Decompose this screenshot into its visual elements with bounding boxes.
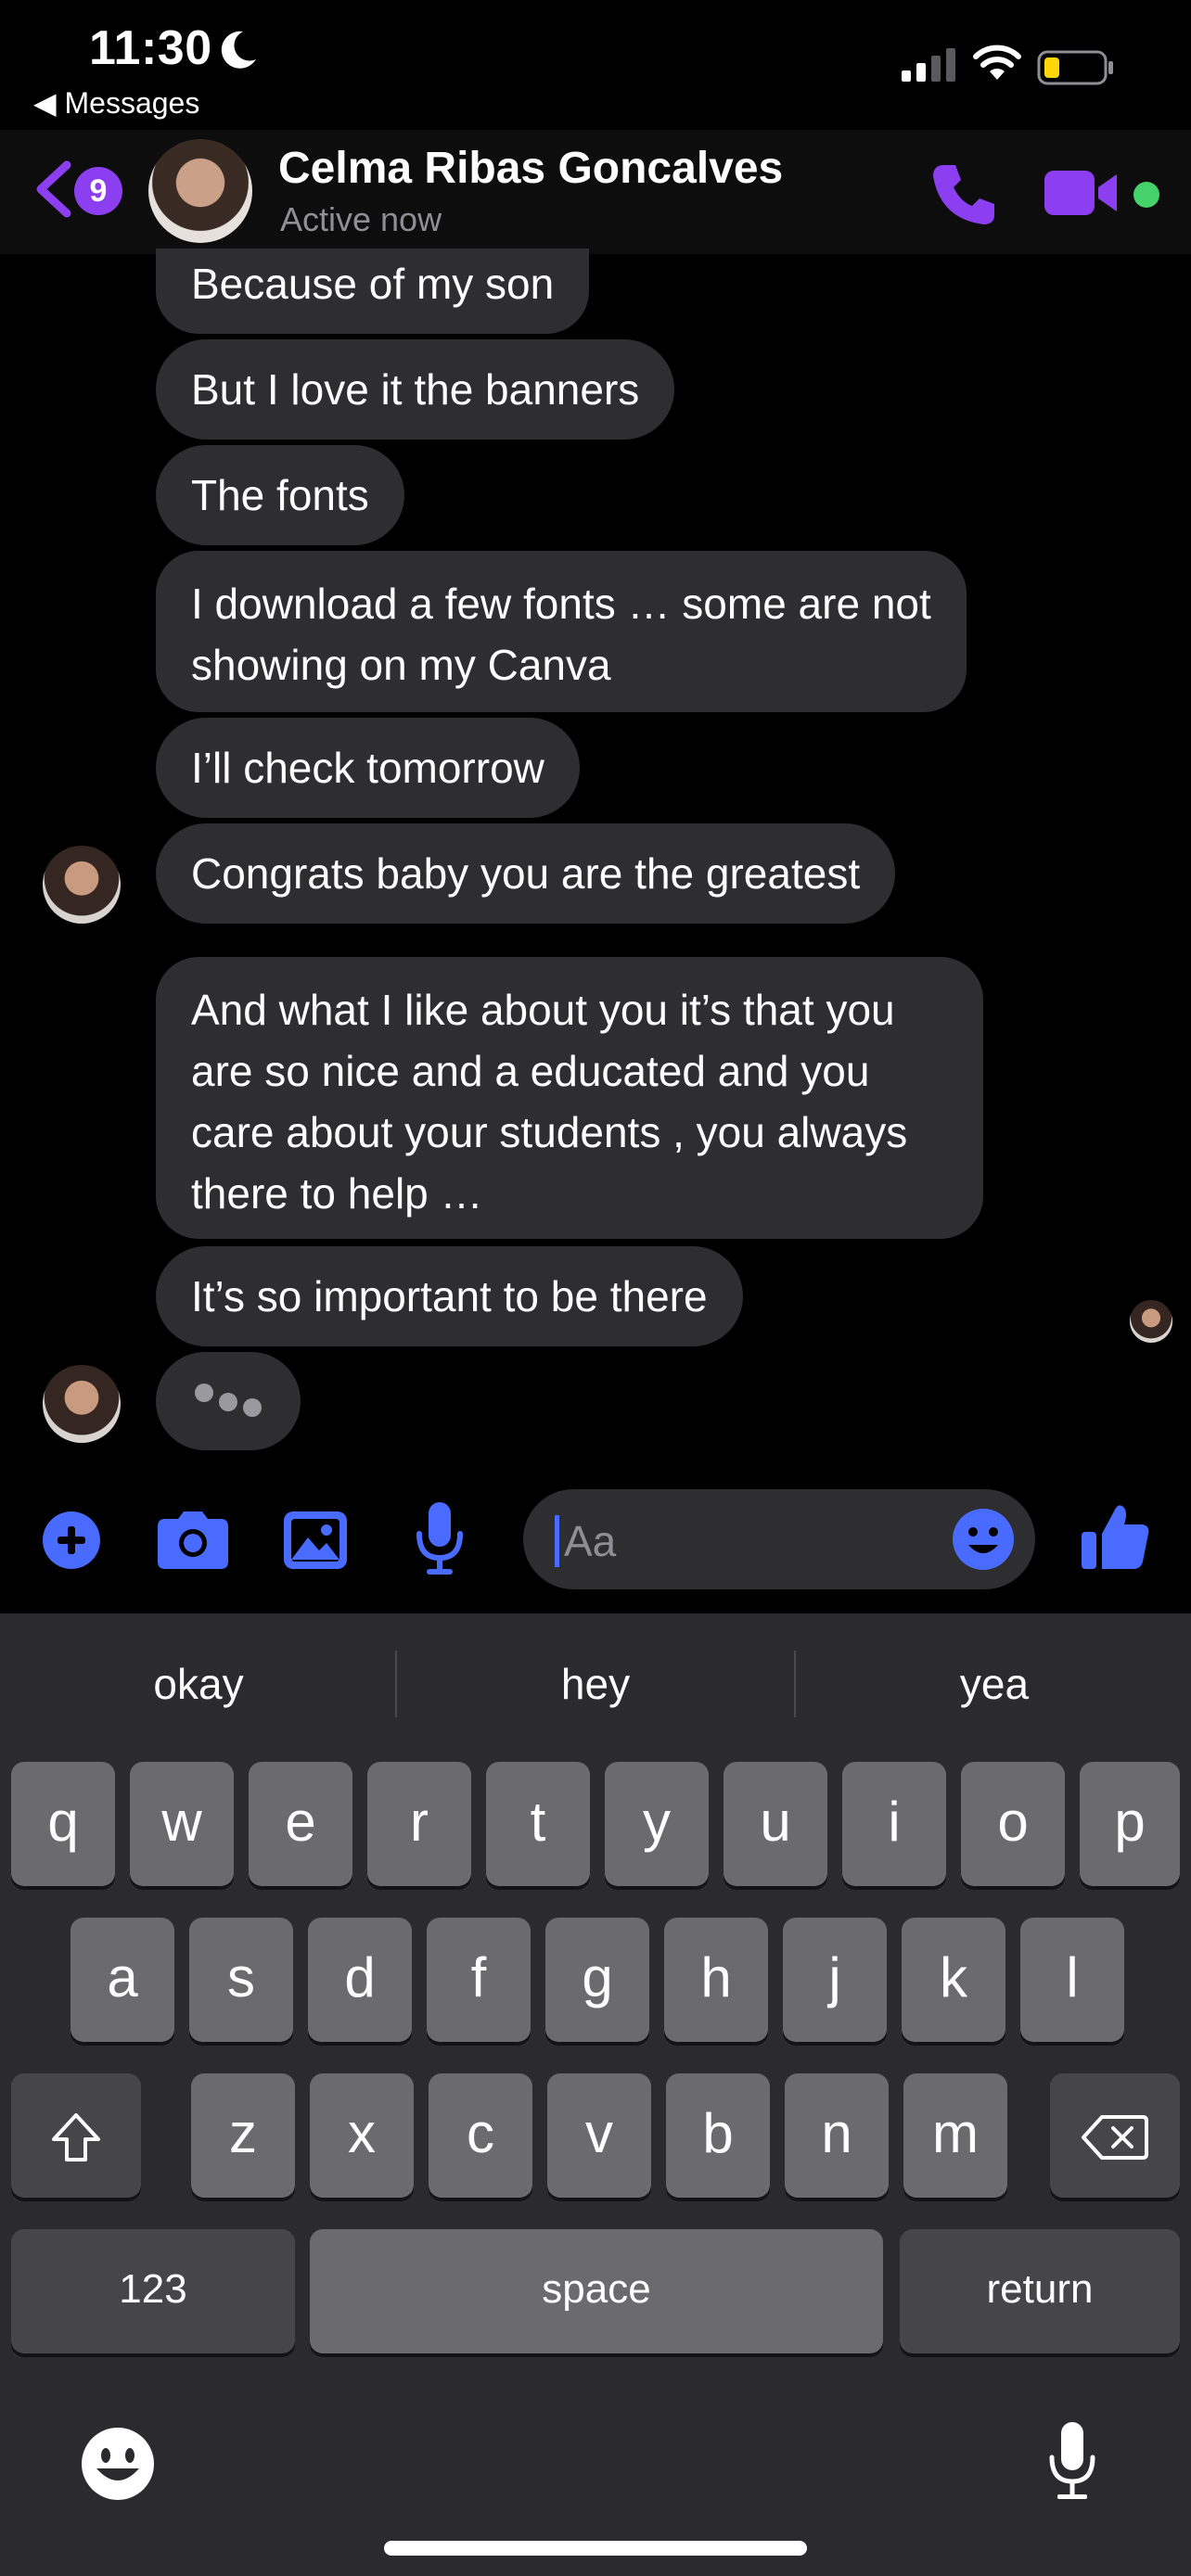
- key-y[interactable]: y: [605, 1762, 709, 1886]
- key-e[interactable]: e: [249, 1762, 352, 1886]
- key-j[interactable]: j: [783, 1918, 887, 2042]
- dictation-icon[interactable]: [1046, 2420, 1098, 2504]
- key-a[interactable]: a: [70, 1918, 174, 2042]
- key-r[interactable]: r: [367, 1762, 471, 1886]
- back-chevron-icon[interactable]: [33, 159, 74, 219]
- gallery-icon[interactable]: [284, 1511, 347, 1569]
- key-h[interactable]: h: [664, 1918, 768, 2042]
- online-indicator: [1133, 182, 1159, 208]
- text-caret: [555, 1515, 559, 1567]
- shift-icon: [52, 2113, 100, 2162]
- back-to-app-link[interactable]: ◀ Messages: [33, 85, 199, 121]
- return-key[interactable]: return: [900, 2229, 1180, 2353]
- key-k[interactable]: k: [902, 1918, 1005, 2042]
- key-g[interactable]: g: [545, 1918, 649, 2042]
- camera-icon[interactable]: [158, 1511, 228, 1569]
- back-app-label: Messages: [64, 86, 200, 120]
- message-bubble[interactable]: But I love it the banners: [156, 339, 675, 440]
- suggestion-okay[interactable]: okay: [13, 1656, 384, 1712]
- sender-avatar[interactable]: [43, 1365, 121, 1443]
- key-v[interactable]: v: [547, 2073, 651, 2198]
- key-n[interactable]: n: [785, 2073, 889, 2198]
- message-bubble[interactable]: The fonts: [156, 445, 404, 545]
- sender-avatar[interactable]: [43, 846, 121, 924]
- status-time: 11:30: [89, 21, 212, 75]
- key-w[interactable]: w: [130, 1762, 234, 1886]
- key-i[interactable]: i: [842, 1762, 946, 1886]
- typing-indicator: [156, 1352, 301, 1450]
- key-b[interactable]: b: [666, 2073, 770, 2198]
- seen-receipt-avatar: [1130, 1300, 1172, 1343]
- key-x[interactable]: x: [310, 2073, 414, 2198]
- battery-icon: [1037, 50, 1113, 85]
- signal-icon: [902, 48, 955, 82]
- key-s[interactable]: s: [189, 1918, 293, 2042]
- emoji-icon[interactable]: [952, 1508, 1015, 1571]
- contact-name[interactable]: Celma Ribas Goncalves: [278, 143, 783, 194]
- numbers-key[interactable]: 123: [11, 2229, 295, 2353]
- thumbs-up-icon[interactable]: [1082, 1502, 1150, 1571]
- key-t[interactable]: t: [486, 1762, 590, 1886]
- back-triangle-icon: ◀: [33, 86, 65, 120]
- keyboard-emoji-icon[interactable]: [80, 2426, 156, 2502]
- key-m[interactable]: m: [903, 2073, 1007, 2198]
- microphone-icon[interactable]: [414, 1502, 466, 1576]
- key-z[interactable]: z: [191, 2073, 295, 2198]
- backspace-key[interactable]: [1050, 2073, 1180, 2198]
- suggestion-yea[interactable]: yea: [809, 1656, 1180, 1712]
- message-bubble[interactable]: It’s so important to be there: [156, 1246, 743, 1346]
- message-bubble[interactable]: I’ll check tomorrow: [156, 718, 580, 818]
- shift-key[interactable]: [11, 2073, 141, 2198]
- plus-icon[interactable]: [41, 1510, 102, 1571]
- message-input-placeholder: Aa: [564, 1517, 617, 1565]
- home-indicator[interactable]: [384, 2541, 807, 2556]
- moon-icon: [221, 31, 256, 69]
- unread-badge: 9: [74, 167, 122, 215]
- video-icon[interactable]: [1043, 167, 1121, 219]
- suggestion-hey[interactable]: hey: [410, 1656, 781, 1712]
- message-bubble[interactable]: Congrats baby you are the greatest: [156, 823, 896, 924]
- key-q[interactable]: q: [11, 1762, 115, 1886]
- key-p[interactable]: p: [1080, 1762, 1180, 1886]
- contact-status: Active now: [280, 200, 442, 238]
- suggestion-divider: [794, 1651, 796, 1717]
- phone-icon[interactable]: [928, 159, 998, 230]
- message-bubble[interactable]: I download a few fonts … some are not sh…: [156, 551, 967, 712]
- message-bubble[interactable]: And what I like about you it’s that you …: [156, 957, 983, 1239]
- key-o[interactable]: o: [961, 1762, 1065, 1886]
- key-d[interactable]: d: [308, 1918, 412, 2042]
- suggestion-divider: [395, 1651, 397, 1717]
- message-bubble[interactable]: Because of my son: [156, 249, 590, 334]
- key-l[interactable]: l: [1020, 1918, 1124, 2042]
- contact-avatar[interactable]: [148, 139, 252, 243]
- key-u[interactable]: u: [724, 1762, 827, 1886]
- wifi-icon: [973, 45, 1021, 80]
- backspace-icon: [1082, 2115, 1148, 2161]
- key-f[interactable]: f: [427, 1918, 531, 2042]
- space-key[interactable]: space: [310, 2229, 883, 2353]
- key-c[interactable]: c: [429, 2073, 532, 2198]
